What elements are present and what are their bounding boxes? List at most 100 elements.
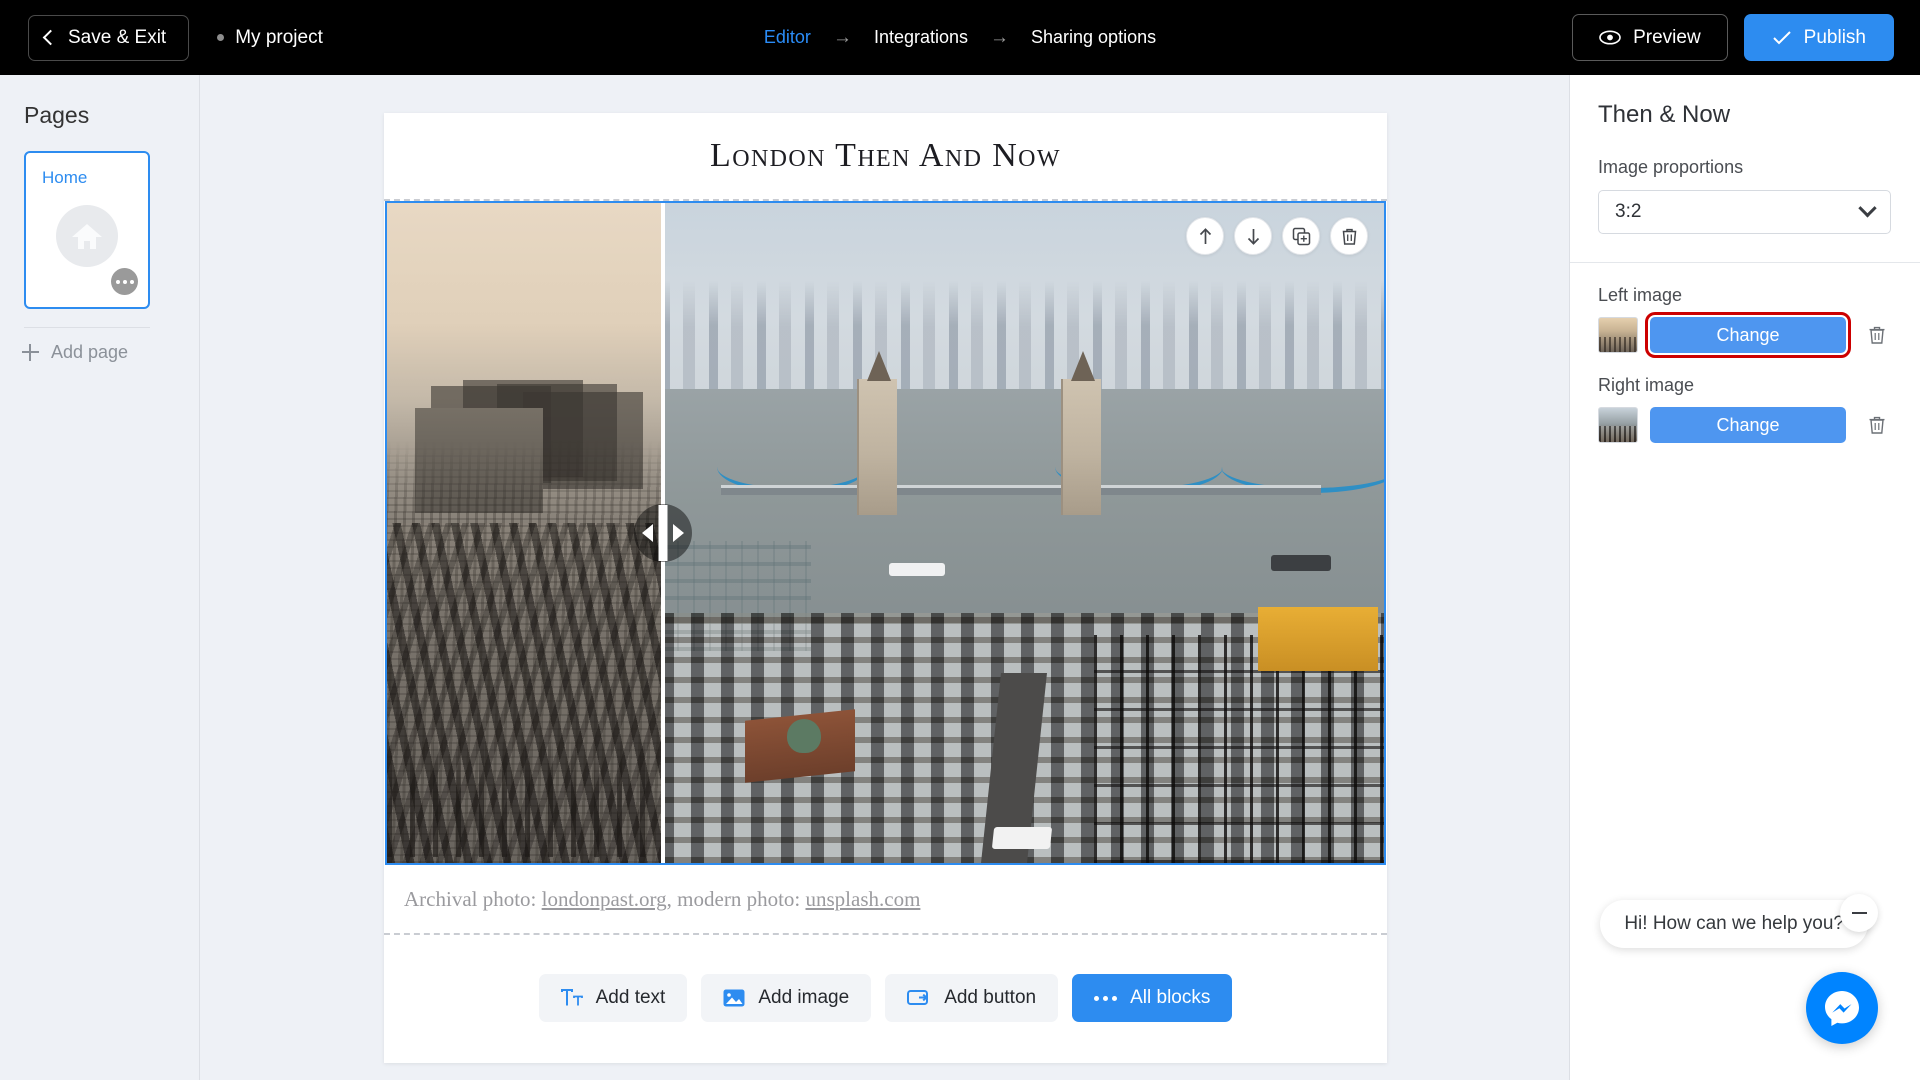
plus-icon bbox=[22, 344, 39, 361]
dot-1 bbox=[115, 279, 120, 284]
river-boat-2 bbox=[1271, 555, 1331, 571]
chat-greeting-bubble: Hi! How can we help you? bbox=[1600, 900, 1868, 948]
bus bbox=[991, 827, 1053, 849]
left-image-label: Left image bbox=[1598, 285, 1683, 305]
block-toolbar bbox=[1186, 217, 1368, 255]
workflow-nav: Editor → Integrations → Sharing options bbox=[764, 27, 1156, 48]
project-name-group[interactable]: My project bbox=[217, 27, 323, 49]
page-card-label: Home bbox=[42, 168, 88, 187]
distant-skyline bbox=[661, 281, 1384, 399]
comparison-slider-handle[interactable] bbox=[634, 504, 692, 562]
check-icon bbox=[1772, 31, 1791, 45]
dot-2 bbox=[122, 279, 127, 284]
preview-button[interactable]: Preview bbox=[1572, 14, 1728, 61]
slider-bar bbox=[658, 505, 668, 561]
bridge-deck bbox=[721, 485, 1321, 495]
left-image-thumbnail[interactable] bbox=[1598, 317, 1638, 353]
right-image-row: Change bbox=[1598, 407, 1920, 443]
nav-tab-integrations[interactable]: Integrations bbox=[874, 27, 968, 48]
nav-tab-editor[interactable]: Editor bbox=[764, 27, 811, 48]
trash-icon bbox=[1342, 228, 1356, 245]
publish-button[interactable]: Publish bbox=[1743, 14, 1894, 61]
save-and-exit-label: Save & Exit bbox=[68, 26, 167, 48]
all-blocks-label: All blocks bbox=[1130, 987, 1211, 1008]
minus-icon bbox=[1851, 912, 1867, 914]
arrow-down-icon bbox=[1247, 228, 1259, 245]
green-dome bbox=[787, 719, 821, 753]
tower-bridge-tower-right bbox=[1061, 351, 1101, 515]
project-name: My project bbox=[235, 26, 323, 48]
home-icon bbox=[56, 205, 118, 268]
chevron-left-icon bbox=[42, 29, 59, 46]
dot-a bbox=[1094, 995, 1100, 1001]
chat-minimize-button[interactable] bbox=[1840, 894, 1878, 932]
page-title-text: London Then And Now bbox=[710, 137, 1061, 174]
add-text-label: Add text bbox=[595, 987, 666, 1008]
add-image-button[interactable]: Add image bbox=[701, 974, 872, 1022]
page-card-home[interactable]: Home bbox=[24, 151, 150, 309]
nav-tab-sharing-options[interactable]: Sharing options bbox=[1031, 27, 1156, 48]
right-image-change-button[interactable]: Change bbox=[1650, 407, 1846, 443]
pages-sidebar: Pages Home Add page bbox=[0, 75, 200, 1080]
dot-c bbox=[1112, 995, 1118, 1001]
right-image-delete-button[interactable] bbox=[1864, 412, 1890, 438]
text-icon bbox=[560, 989, 583, 1006]
right-image-modern bbox=[661, 203, 1384, 863]
chevron-down-icon bbox=[1858, 198, 1877, 217]
caption-link-modern[interactable]: unsplash.com bbox=[806, 887, 921, 911]
left-image-delete-button[interactable] bbox=[1864, 322, 1890, 348]
trash-icon bbox=[1869, 326, 1885, 344]
old-rooftops bbox=[387, 523, 661, 863]
right-image-label: Right image bbox=[1598, 375, 1695, 395]
archival-photo bbox=[387, 203, 661, 863]
top-bar: Save & Exit My project Editor → Integrat… bbox=[0, 0, 1920, 75]
river-boat-1 bbox=[889, 563, 945, 576]
delete-block-button[interactable] bbox=[1330, 217, 1368, 255]
duplicate-block-button[interactable] bbox=[1282, 217, 1320, 255]
messenger-chat-button[interactable] bbox=[1806, 972, 1878, 1044]
page-options-button[interactable] bbox=[111, 268, 138, 295]
sidebar-title: Pages bbox=[24, 102, 90, 128]
editor-canvas: London Then And Now Archival photo: lond… bbox=[201, 75, 1569, 1080]
caption-prefix: Archival photo: bbox=[404, 886, 542, 911]
tower-bridge-tower-left bbox=[857, 351, 897, 515]
image-proportions-select[interactable]: 3:2 bbox=[1598, 190, 1891, 234]
left-image-change-button[interactable]: Change bbox=[1645, 312, 1851, 358]
top-bar-actions: Preview Publish bbox=[1572, 14, 1894, 61]
image-proportions-label: Image proportions bbox=[1598, 157, 1744, 177]
dot-b bbox=[1103, 995, 1109, 1001]
all-blocks-button[interactable]: All blocks bbox=[1072, 974, 1233, 1022]
left-image-archival bbox=[387, 203, 661, 863]
move-block-up-button[interactable] bbox=[1186, 217, 1224, 255]
caption-link-archival[interactable]: londonpast.org bbox=[542, 887, 667, 911]
caption-middle: , modern photo: bbox=[666, 886, 806, 911]
tower-of-london-old bbox=[415, 408, 543, 513]
add-block-toolbar: Add text Add image Add button All blocks bbox=[384, 935, 1387, 1061]
page-sheet: London Then And Now Archival photo: lond… bbox=[384, 113, 1387, 1063]
arrow-left-icon bbox=[642, 524, 653, 542]
block-then-and-now[interactable] bbox=[385, 201, 1386, 865]
block-caption[interactable]: Archival photo: londonpast.org, modern p… bbox=[384, 865, 1387, 935]
arrow-up-icon bbox=[1199, 227, 1211, 244]
move-block-down-button[interactable] bbox=[1234, 217, 1272, 255]
add-button-button[interactable]: Add button bbox=[885, 974, 1059, 1022]
button-icon bbox=[907, 990, 929, 1005]
messenger-icon bbox=[1825, 991, 1859, 1026]
right-image-thumbnail[interactable] bbox=[1598, 407, 1638, 443]
add-page-button[interactable]: Add page bbox=[22, 342, 199, 363]
caption-text: Archival photo: londonpast.org, modern p… bbox=[404, 887, 920, 912]
chat-greeting-text: Hi! How can we help you? bbox=[1624, 913, 1844, 934]
modern-photo bbox=[661, 203, 1384, 863]
preview-label: Preview bbox=[1633, 26, 1701, 48]
block-title[interactable]: London Then And Now bbox=[384, 113, 1387, 201]
yellow-roof-building bbox=[1258, 607, 1378, 671]
add-text-button[interactable]: Add text bbox=[538, 974, 688, 1022]
panel-divider bbox=[1570, 262, 1920, 263]
left-image-row: Change bbox=[1598, 312, 1920, 358]
status-dot-icon bbox=[217, 34, 225, 41]
add-page-label: Add page bbox=[51, 342, 129, 362]
image-proportions-value: 3:2 bbox=[1615, 201, 1642, 222]
image-icon bbox=[723, 989, 745, 1007]
arrow-right-icon bbox=[673, 524, 684, 542]
save-and-exit-button[interactable]: Save & Exit bbox=[28, 14, 190, 61]
